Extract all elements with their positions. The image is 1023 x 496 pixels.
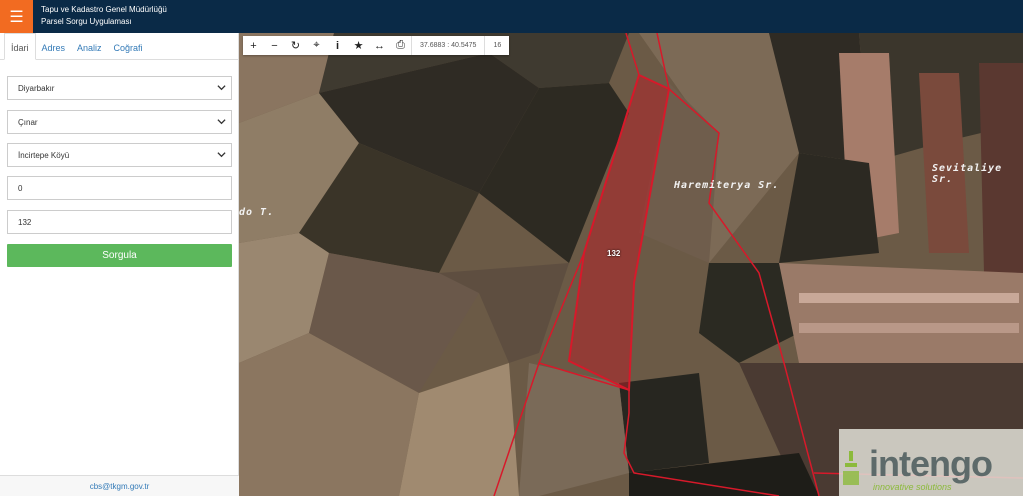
parcel-number-label: 132 xyxy=(607,249,621,258)
tab-adres[interactable]: Adres xyxy=(36,33,72,60)
place-label-center: Haremiterya Sr. xyxy=(674,180,780,191)
tab-cografi[interactable]: Coğrafi xyxy=(108,33,149,60)
map-view[interactable]: + − ↻ ⌖ i ★ ↔ ⎙ 37.6883 : 40.5475 16 do … xyxy=(239,33,1023,496)
tab-idari[interactable]: İdari xyxy=(4,33,36,60)
village-value: İncirtepe Köyü xyxy=(18,150,70,160)
satellite-imagery xyxy=(239,33,1023,496)
measure-icon[interactable]: ↔ xyxy=(369,36,390,55)
province-value: Diyarbakır xyxy=(18,83,55,93)
district-value: Çınar xyxy=(18,117,38,127)
intengo-mark-icon xyxy=(843,451,859,485)
info-icon[interactable]: i xyxy=(327,36,348,55)
star-icon[interactable]: ★ xyxy=(348,36,369,55)
logo-tagline: innovative solutions xyxy=(873,482,952,492)
query-button[interactable]: Sorgula xyxy=(7,244,232,267)
app-title: Tapu ve Kadastro Genel Müdürlüğü Parsel … xyxy=(41,4,167,28)
intengo-logo: intengo innovative solutions xyxy=(839,429,1023,496)
title-line-1: Tapu ve Kadastro Genel Müdürlüğü xyxy=(41,5,167,14)
block-input[interactable]: 0 xyxy=(7,176,232,200)
logo-name: intengo xyxy=(869,443,993,484)
menu-button[interactable]: ☰ xyxy=(0,0,33,33)
block-value: 0 xyxy=(18,183,23,193)
sidebar-tabs: İdari Adres Analiz Coğrafi xyxy=(0,33,239,60)
chevron-down-icon xyxy=(217,119,226,125)
sidebar: İdari Adres Analiz Coğrafi Diyarbakır Çı… xyxy=(0,33,239,496)
footer-email-link[interactable]: cbs@tkgm.gov.tr xyxy=(90,482,150,491)
locate-icon[interactable]: ⌖ xyxy=(306,36,327,55)
zoom-in-icon[interactable]: + xyxy=(243,36,264,55)
place-label-left: do T. xyxy=(239,207,275,218)
parcel-input[interactable]: 132 xyxy=(7,210,232,234)
refresh-icon[interactable]: ↻ xyxy=(285,36,306,55)
coordinate-readout: 37.6883 : 40.5475 xyxy=(411,36,484,55)
parcel-value: 132 xyxy=(18,217,32,227)
zoom-level: 16 xyxy=(484,36,509,55)
app-header: ☰ Tapu ve Kadastro Genel Müdürlüğü Parse… xyxy=(0,0,1023,33)
map-toolbar: + − ↻ ⌖ i ★ ↔ ⎙ 37.6883 : 40.5475 16 xyxy=(243,36,510,55)
sidebar-footer: cbs@tkgm.gov.tr xyxy=(0,475,239,496)
province-select[interactable]: Diyarbakır xyxy=(7,76,232,100)
place-label-right: Sevitaliye Sr. xyxy=(932,163,1003,185)
chevron-down-icon xyxy=(217,85,226,91)
hamburger-icon: ☰ xyxy=(9,8,24,26)
zoom-out-icon[interactable]: − xyxy=(264,36,285,55)
chevron-down-icon xyxy=(217,152,226,158)
title-line-2: Parsel Sorgu Uygulaması xyxy=(41,17,132,26)
print-icon[interactable]: ⎙ xyxy=(390,36,411,55)
tab-analiz[interactable]: Analiz xyxy=(71,33,108,60)
district-select[interactable]: Çınar xyxy=(7,110,232,134)
village-select[interactable]: İncirtepe Köyü xyxy=(7,143,232,167)
